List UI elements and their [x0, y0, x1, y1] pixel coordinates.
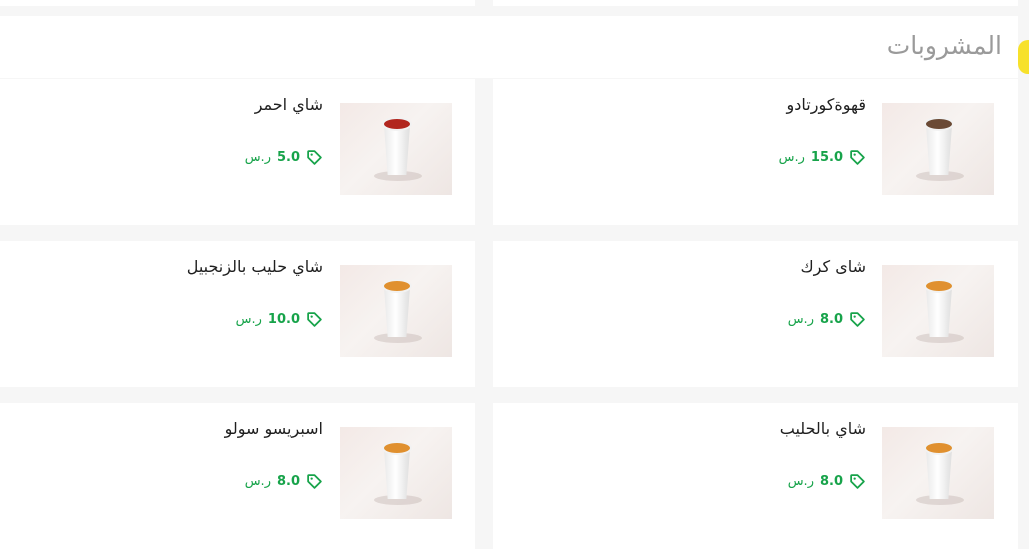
product-card[interactable]: شاي احمر 5.0 ر.س — [0, 79, 475, 225]
product-card[interactable]: شاى كرك 8.0 ر.س — [493, 241, 1018, 387]
product-image — [340, 427, 452, 519]
product-price: 15.0 ر.س — [779, 149, 866, 166]
price-value: 8.0 — [819, 312, 843, 327]
product-name: شاي حليب بالزنجبيل — [186, 257, 323, 276]
price-value: 10.0 — [267, 312, 300, 327]
price-currency: ر.س — [235, 312, 262, 327]
price-currency: ر.س — [244, 474, 271, 489]
card-partial-top-left — [0, 0, 475, 6]
price-tag-icon — [307, 312, 322, 327]
price-currency: ر.س — [244, 150, 271, 165]
product-card[interactable]: قهوةكورتادو 15.0 ر.س — [493, 79, 1018, 225]
product-name: قهوةكورتادو — [786, 95, 866, 114]
product-price: 8.0 ر.س — [788, 473, 866, 490]
price-value: 5.0 — [276, 150, 300, 165]
product-image — [882, 103, 994, 195]
price-tag-icon — [307, 474, 322, 489]
price-tag-icon — [850, 312, 865, 327]
price-currency: ر.س — [778, 150, 805, 165]
product-name: شاى كرك — [800, 257, 866, 276]
price-value: 8.0 — [276, 474, 300, 489]
price-value: 15.0 — [810, 150, 843, 165]
section-title: المشروبات — [886, 31, 1002, 60]
price-value: 8.0 — [819, 474, 843, 489]
product-image — [882, 427, 994, 519]
price-tag-icon — [850, 150, 865, 165]
product-name: اسبريسو سولو — [224, 419, 323, 438]
product-card[interactable]: شاي بالحليب 8.0 ر.س — [493, 403, 1018, 549]
card-partial-top-right — [493, 0, 1018, 6]
product-price: 5.0 ر.س — [245, 149, 323, 166]
product-image — [882, 265, 994, 357]
product-card[interactable]: شاي حليب بالزنجبيل 10.0 ر.س — [0, 241, 475, 387]
product-image — [340, 265, 452, 357]
product-price: 8.0 ر.س — [788, 311, 866, 328]
product-card[interactable]: اسبريسو سولو 8.0 ر.س — [0, 403, 475, 549]
price-currency: ر.س — [787, 312, 814, 327]
price-tag-icon — [307, 150, 322, 165]
section-header — [0, 16, 1018, 78]
price-tag-icon — [850, 474, 865, 489]
price-currency: ر.س — [787, 474, 814, 489]
product-name: شاي احمر — [254, 95, 323, 114]
product-price: 8.0 ر.س — [245, 473, 323, 490]
product-image — [340, 103, 452, 195]
product-name: شاي بالحليب — [779, 419, 866, 438]
product-price: 10.0 ر.س — [236, 311, 323, 328]
section-accent-marker — [1018, 40, 1029, 74]
